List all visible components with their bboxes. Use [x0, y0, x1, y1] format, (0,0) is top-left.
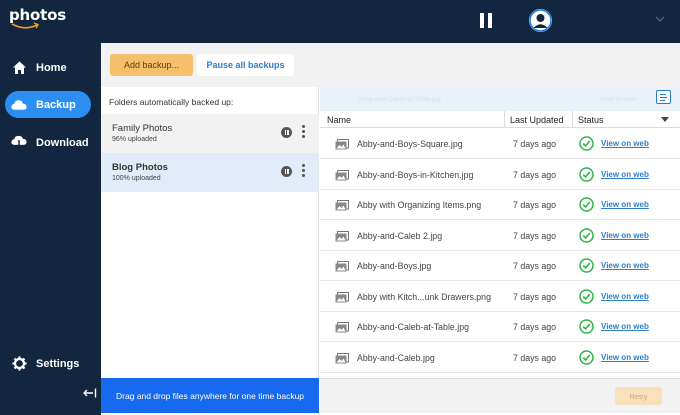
- file-updated: 7 days ago: [513, 230, 557, 241]
- folder-name: Family Photos: [112, 123, 173, 134]
- user-icon: [529, 9, 552, 32]
- view-on-web-link[interactable]: View on web: [601, 322, 649, 331]
- view-on-web-link[interactable]: View on web: [601, 261, 649, 270]
- view-on-web-link[interactable]: View on web: [601, 139, 649, 148]
- file-name: Abby with Kitch...unk Drawers.png: [357, 291, 491, 302]
- folder-item-blog-photos[interactable]: Blog Photos 100% uploaded: [101, 153, 319, 192]
- check-circle-icon: [579, 349, 594, 365]
- pause-all-backups-button[interactable]: Pause all backups: [197, 54, 294, 76]
- folder-status: 96% uploaded: [112, 136, 157, 143]
- top-bar: photos: [0, 0, 680, 43]
- sidebar-item-home[interactable]: Home: [5, 54, 91, 81]
- pause-icon[interactable]: [281, 166, 292, 177]
- folder-name: Blog Photos: [112, 162, 168, 173]
- table-row[interactable]: Abby-and-Boys-in-Kitchen.jpg 7 days ago Vi…: [320, 160, 680, 190]
- sidebar-item-backup[interactable]: Backup: [5, 91, 91, 118]
- column-status[interactable]: Status: [578, 115, 604, 125]
- gear-icon: [11, 356, 27, 372]
- file-updated: 7 days ago: [513, 139, 557, 149]
- chevron-down-icon[interactable]: [654, 14, 666, 24]
- cloud-download-icon: [11, 135, 27, 151]
- table-row[interactable]: Abby with Organizing Items.png 7 days ago…: [320, 190, 680, 220]
- check-circle-icon: [579, 288, 594, 304]
- folders-title: Folders automatically backed up:: [109, 97, 234, 107]
- cloud-icon: [11, 97, 27, 113]
- image-file-icon: [335, 291, 349, 302]
- more-vertical-icon[interactable]: [302, 164, 306, 178]
- column-last-updated[interactable]: Last Updated: [510, 115, 564, 125]
- file-name: Abby-and-Caleb 2.jpg: [357, 230, 443, 241]
- file-name: Abby-and-Caleb-at-Table.jpg: [357, 322, 469, 332]
- sort-down-icon[interactable]: [661, 117, 669, 122]
- check-circle-icon: [579, 258, 594, 273]
- collapse-left-icon[interactable]: [83, 388, 97, 398]
- main-panel: Add backup... Pause all backups Folders …: [101, 43, 680, 415]
- table-row[interactable]: Abby-and-Caleb 2.jpg 7 days ago View on we…: [320, 221, 680, 251]
- faint-link: View on web: [600, 96, 637, 103]
- add-backup-button[interactable]: Add backup...: [110, 54, 193, 76]
- image-file-icon: [335, 261, 349, 272]
- view-on-web-link[interactable]: View on web: [601, 170, 649, 179]
- avatar[interactable]: [529, 9, 552, 32]
- view-on-web-link[interactable]: View on web: [601, 353, 649, 362]
- table-row[interactable]: Abby-and-Caleb-at-Table.jpg 7 days ago Vie…: [320, 312, 680, 342]
- image-file-icon: [335, 322, 349, 333]
- file-updated: 7 days ago: [513, 200, 557, 210]
- view-on-web-link[interactable]: View on web: [601, 200, 649, 209]
- check-circle-icon: [579, 166, 594, 182]
- more-vertical-icon[interactable]: [302, 125, 306, 139]
- sidebar-item-settings[interactable]: Settings: [5, 350, 91, 377]
- table-row[interactable]: Abby with Kitch...unk Drawers.png 7 days …: [320, 282, 680, 312]
- sidebar-item-label: Settings: [36, 357, 80, 370]
- image-file-icon: [335, 139, 349, 150]
- file-updated: 7 days ago: [513, 322, 557, 332]
- table-row[interactable]: Abby-and-Caleb.jpg 7 days ago View on web: [320, 343, 680, 373]
- sidebar-item-label: Backup: [36, 98, 76, 111]
- amazon-smile-icon: [11, 22, 40, 29]
- sidebar: Home Backup Download Settings: [0, 43, 101, 415]
- file-name: Abby with Organizing Items.png: [357, 200, 482, 210]
- view-on-web-link[interactable]: View on web: [601, 292, 649, 301]
- files-footer: Retry: [320, 378, 680, 413]
- file-name: Abby-and-Boys-in-Kitchen.jpg: [357, 169, 474, 180]
- table-row[interactable]: Abby-and-Boys.jpg 7 days ago View on web: [320, 251, 680, 281]
- column-header: Name Last Updated Status: [320, 111, 680, 128]
- image-file-icon: [335, 169, 349, 180]
- toolbar: Add backup... Pause all backups: [101, 43, 680, 87]
- check-circle-icon: [579, 197, 594, 212]
- file-updated: 7 days ago: [513, 291, 557, 302]
- file-name: Abby-and-Boys-Square.jpg: [357, 139, 463, 149]
- folders-pane: Folders automatically backed up: Family …: [101, 87, 319, 378]
- file-updated: 7 days ago: [513, 169, 557, 180]
- check-circle-icon: [579, 319, 594, 334]
- column-name[interactable]: Name: [327, 115, 351, 125]
- image-file-icon: [335, 200, 349, 211]
- faint-filename: Abby-and-Caleb-at-Table.jpg: [358, 96, 441, 103]
- table-row[interactable]: Abby-and-Boys-Square.jpg 7 days ago View o…: [320, 129, 680, 159]
- view-on-web-link[interactable]: View on web: [601, 231, 649, 240]
- folder-item-family-photos[interactable]: Family Photos 96% uploaded: [101, 114, 319, 153]
- sidebar-item-label: Download: [36, 136, 89, 149]
- retry-button[interactable]: Retry: [615, 387, 662, 405]
- sidebar-item-label: Home: [36, 61, 67, 74]
- file-updated: 7 days ago: [513, 352, 557, 363]
- file-updated: 7 days ago: [513, 261, 557, 271]
- files-pane: Abby-and-Caleb-at-Table.jpg View on web …: [320, 87, 680, 378]
- image-file-icon: [335, 352, 349, 363]
- check-circle-icon: [579, 136, 594, 151]
- user-name[interactable]: [604, 14, 648, 25]
- pause-icon[interactable]: [281, 127, 292, 138]
- files-header: Abby-and-Caleb-at-Table.jpg View on web: [320, 87, 680, 111]
- list-view-icon[interactable]: [656, 90, 671, 104]
- drop-hint-bar[interactable]: Drag and drop files anywhere for one tim…: [101, 378, 319, 413]
- home-icon: [11, 60, 27, 76]
- sidebar-item-download[interactable]: Download: [5, 129, 91, 156]
- image-file-icon: [335, 230, 349, 241]
- file-name: Abby-and-Boys.jpg: [357, 261, 432, 271]
- folder-status: 100% uploaded: [112, 175, 161, 182]
- pause-icon[interactable]: [480, 13, 494, 28]
- file-name: Abby-and-Caleb.jpg: [357, 352, 435, 363]
- check-circle-icon: [579, 227, 594, 243]
